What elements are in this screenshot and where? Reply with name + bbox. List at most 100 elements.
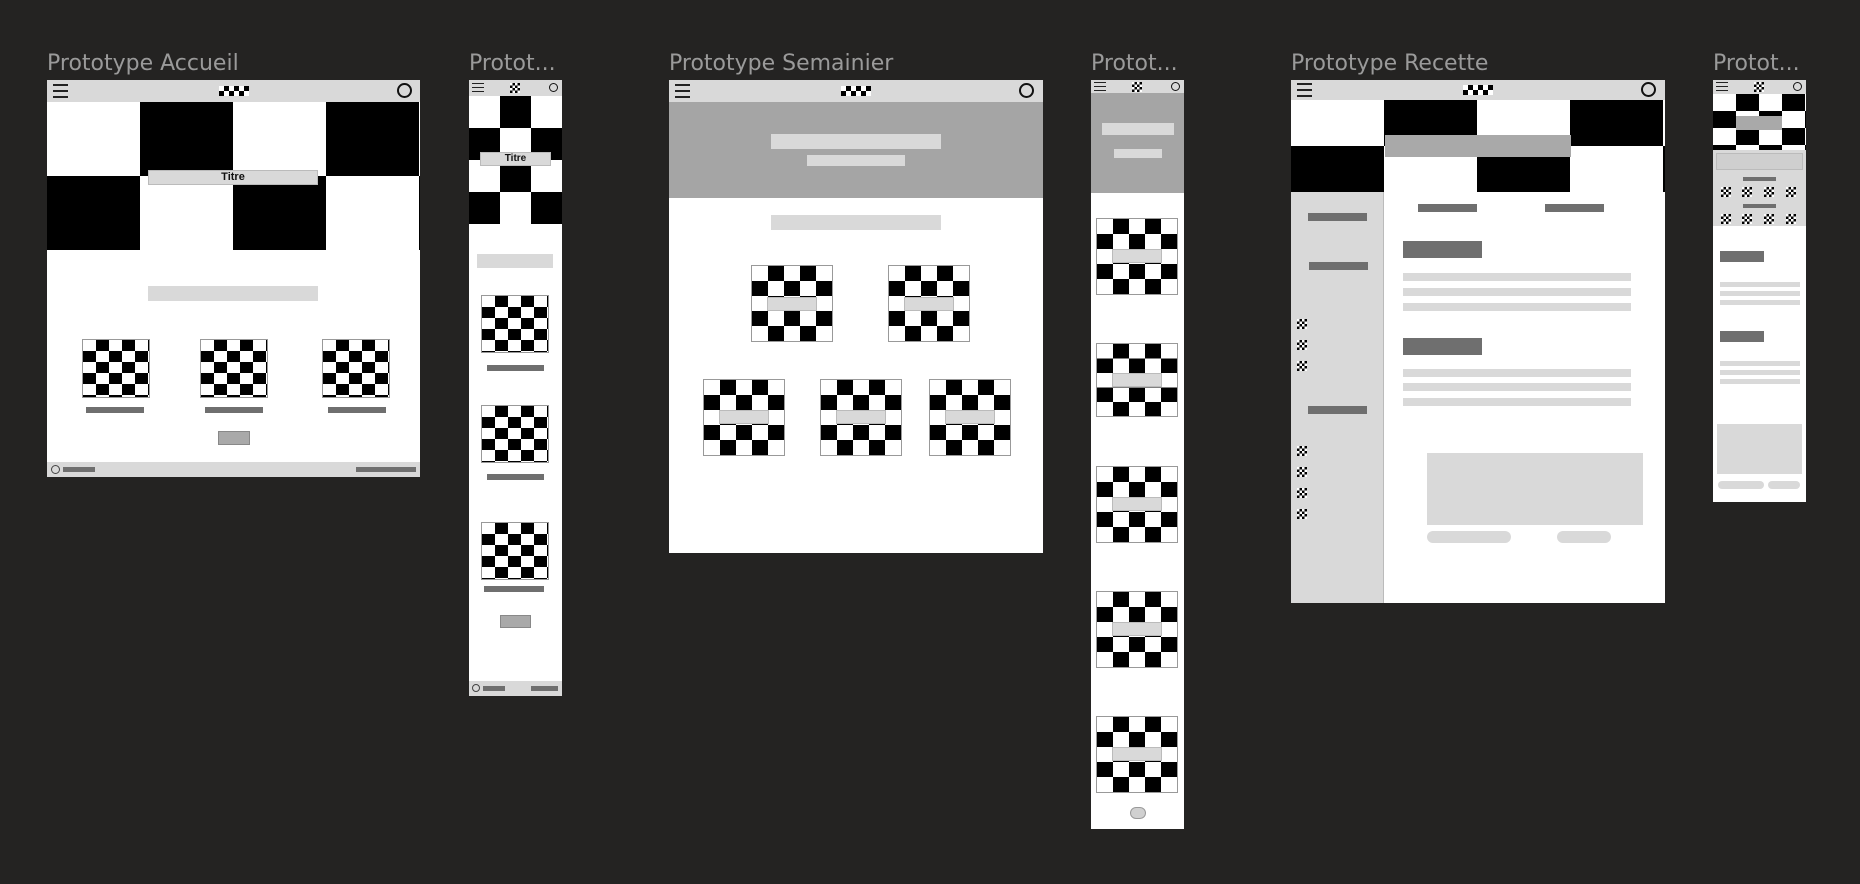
section-heading [1403,241,1482,258]
frame-title-accueil: Prototype Accueil [47,51,239,76]
hero-title [771,134,941,149]
recipe-card-label [487,474,544,480]
action-button[interactable] [1718,481,1764,489]
frame-accueil: Titre [47,80,420,477]
recipe-card-image[interactable] [200,339,268,398]
footer-text [483,686,505,691]
utensil-icon [1297,509,1307,519]
hamburger-icon[interactable] [675,84,690,98]
utensil-icon [1742,214,1752,224]
checker-logo-icon[interactable] [219,86,249,96]
checker-logo-icon[interactable] [841,86,871,96]
top-bar [1713,80,1806,95]
checker-logo-icon[interactable] [1754,82,1764,92]
hero-subtitle [1114,149,1162,158]
footer-text [63,467,95,472]
day-card-label [904,297,954,311]
more-button[interactable] [218,431,250,445]
hero-banner [669,102,1043,198]
search-icon[interactable] [1793,82,1802,91]
frame-recette-mobile [1713,80,1806,502]
search-icon[interactable] [1641,82,1656,97]
hero-title: Titre [480,152,551,166]
top-bar [1091,80,1184,94]
media-placeholder [1427,453,1643,525]
tab-label[interactable] [1545,204,1604,212]
frame-title-semainier-mobile: Protot... [1091,51,1178,76]
hero-subtitle [807,155,905,166]
hamburger-icon[interactable] [472,83,484,92]
day-card-label [767,297,817,311]
sidebar-heading [1309,262,1368,270]
checker-logo-icon[interactable] [510,83,520,93]
text-line [1403,273,1631,281]
search-icon[interactable] [549,83,558,92]
text-line [1403,288,1631,296]
search-icon[interactable] [1019,83,1034,98]
home-icon[interactable] [1130,807,1146,819]
info-line [1743,177,1776,181]
footer-links[interactable] [531,686,558,691]
sidebar [1291,192,1384,603]
recipe-card-label [86,407,144,413]
text-line [1720,300,1800,305]
day-card-label [1112,249,1162,263]
hamburger-icon[interactable] [53,84,68,98]
sidebar-heading [1308,213,1367,221]
text-line [1720,282,1800,287]
recipe-card-image[interactable] [82,339,150,398]
tab-label[interactable] [1418,204,1477,212]
action-button[interactable] [1557,531,1611,543]
utensil-icon [1297,446,1307,456]
recipe-card-image[interactable] [481,522,549,580]
text-line [1720,361,1800,366]
checker-logo-icon[interactable] [1463,85,1493,95]
ingredient-icon [1297,361,1307,371]
frame-title-accueil-mobile: Protot... [469,51,556,76]
section-heading [1403,338,1482,355]
frame-semainier [669,80,1043,553]
day-card-label [1112,497,1162,511]
recipe-card-image[interactable] [481,295,549,353]
section-heading [148,286,318,301]
top-bar [47,80,420,103]
utensil-icon [1721,214,1731,224]
utensil-icon [1297,488,1307,498]
search-icon[interactable] [1171,82,1180,91]
footer-links[interactable] [356,467,416,472]
section-heading [1720,331,1764,342]
action-button[interactable] [1427,531,1511,543]
day-card-label [719,410,769,424]
info-box [1716,153,1803,170]
more-button[interactable] [500,615,531,628]
utensil-icon [1786,214,1796,224]
checker-logo-icon[interactable] [1132,82,1142,92]
day-card-label [1112,622,1162,636]
ingredient-icon [1764,187,1774,197]
hamburger-icon[interactable] [1297,83,1312,97]
info-line [1743,204,1776,208]
hero-title [1736,116,1782,130]
hamburger-icon[interactable] [1716,82,1728,91]
recipe-card-image[interactable] [481,405,549,463]
utensil-icon [1297,467,1307,477]
frame-title-recette-mobile: Protot... [1713,51,1800,76]
recipe-card-label [205,407,263,413]
recipe-card-image[interactable] [322,339,390,398]
search-icon[interactable] [397,83,412,98]
top-bar [669,80,1043,103]
action-button[interactable] [1768,481,1800,489]
ingredient-icon [1742,187,1752,197]
text-line [1403,383,1631,391]
ingredient-icon [1786,187,1796,197]
day-card-label [836,410,886,424]
frame-title-semainier: Prototype Semainier [669,51,894,76]
hamburger-icon[interactable] [1094,82,1106,91]
frame-semainier-mobile [1091,80,1184,829]
top-bar [1291,80,1665,101]
media-placeholder [1717,424,1802,474]
hero-title [1102,123,1174,135]
day-card-label [1112,747,1162,761]
text-line [1720,291,1800,296]
hero-title: Titre [148,170,318,185]
